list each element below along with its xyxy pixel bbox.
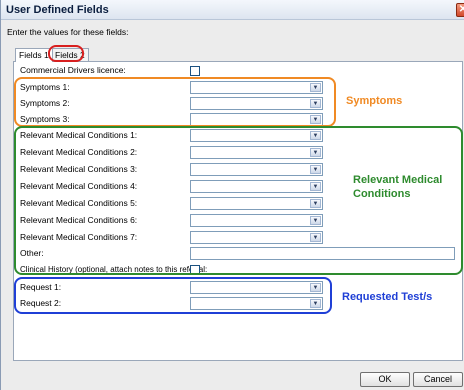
condition-4-combo[interactable]: ▼	[190, 180, 323, 193]
clinical-history-checkbox[interactable]	[190, 265, 200, 275]
condition-5-label: Relevant Medical Conditions 5:	[20, 198, 138, 208]
chevron-down-icon[interactable]: ▼	[310, 131, 321, 140]
clinical-history-label: Clinical History (optional, attach notes…	[20, 265, 208, 274]
condition-2-combo[interactable]: ▼	[190, 146, 323, 159]
requests-callout-label: Requested Test/s	[342, 291, 433, 303]
chevron-down-icon[interactable]: ▼	[310, 283, 321, 292]
user-defined-fields-dialog: User Defined Fields ✕ Enter the values f…	[0, 0, 464, 390]
chevron-down-icon[interactable]: ▼	[310, 233, 321, 242]
chevron-down-icon[interactable]: ▼	[310, 148, 321, 157]
condition-2-label: Relevant Medical Conditions 2:	[20, 147, 138, 157]
condition-7-combo[interactable]: ▼	[190, 231, 323, 244]
condition-1-label: Relevant Medical Conditions 1:	[20, 130, 138, 140]
close-icon[interactable]: ✕	[456, 3, 464, 17]
chevron-down-icon[interactable]: ▼	[310, 216, 321, 225]
conditions-callout-label-line1: Relevant Medical	[353, 174, 443, 186]
symptoms-2-label: Symptoms 2:	[20, 98, 70, 108]
tab-fields-2[interactable]: Fields 2	[51, 48, 89, 61]
symptoms-2-combo[interactable]: ▼	[190, 97, 323, 110]
conditions-callout-label-line2: Conditions	[353, 188, 411, 200]
ok-button[interactable]: OK	[360, 372, 410, 387]
request-2-label: Request 2:	[20, 298, 62, 308]
chevron-down-icon[interactable]: ▼	[310, 115, 321, 124]
symptoms-3-label: Symptoms 3:	[20, 114, 70, 124]
title-bar: User Defined Fields ✕	[1, 0, 464, 20]
condition-3-label: Relevant Medical Conditions 3:	[20, 164, 138, 174]
symptoms-1-combo[interactable]: ▼	[190, 81, 323, 94]
commercial-drivers-checkbox[interactable]	[190, 66, 200, 76]
chevron-down-icon[interactable]: ▼	[310, 199, 321, 208]
chevron-down-icon[interactable]: ▼	[310, 299, 321, 308]
condition-6-label: Relevant Medical Conditions 6:	[20, 215, 138, 225]
condition-4-label: Relevant Medical Conditions 4:	[20, 181, 138, 191]
condition-7-label: Relevant Medical Conditions 7:	[20, 232, 138, 242]
cancel-button[interactable]: Cancel	[413, 372, 463, 387]
commercial-drivers-label: Commercial Drivers licence:	[20, 65, 126, 75]
request-1-combo[interactable]: ▼	[190, 281, 323, 294]
chevron-down-icon[interactable]: ▼	[310, 99, 321, 108]
symptoms-3-combo[interactable]: ▼	[190, 113, 323, 126]
chevron-down-icon[interactable]: ▼	[310, 182, 321, 191]
other-label: Other:	[20, 248, 44, 258]
symptoms-callout-label: Symptoms	[346, 95, 403, 107]
request-1-label: Request 1:	[20, 282, 62, 292]
tab-fields-1[interactable]: Fields 1	[15, 48, 53, 62]
condition-6-combo[interactable]: ▼	[190, 214, 323, 227]
intro-text: Enter the values for these fields:	[7, 27, 129, 37]
request-2-combo[interactable]: ▼	[190, 297, 323, 310]
condition-1-combo[interactable]: ▼	[190, 129, 323, 142]
condition-5-combo[interactable]: ▼	[190, 197, 323, 210]
condition-3-combo[interactable]: ▼	[190, 163, 323, 176]
chevron-down-icon[interactable]: ▼	[310, 165, 321, 174]
window-title: User Defined Fields	[6, 4, 109, 16]
symptoms-1-label: Symptoms 1:	[20, 82, 70, 92]
chevron-down-icon[interactable]: ▼	[310, 83, 321, 92]
other-input[interactable]	[190, 247, 455, 260]
